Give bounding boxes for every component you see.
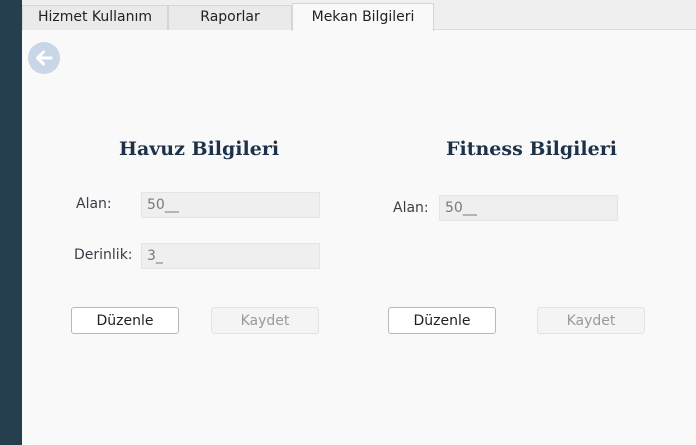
tab-mekan-bilgileri[interactable]: Mekan Bilgileri — [292, 3, 434, 31]
pool-depth-field[interactable] — [141, 243, 320, 269]
pool-edit-button[interactable]: Düzenle — [71, 307, 179, 334]
fitness-edit-button[interactable]: Düzenle — [388, 307, 496, 334]
pool-depth-label: Derinlik: — [74, 247, 133, 263]
fitness-area-field[interactable] — [439, 195, 618, 221]
fitness-section-title: Fitness Bilgileri — [446, 138, 617, 160]
pool-section-title: Havuz Bilgileri — [119, 138, 280, 160]
tab-hizmet-kullanim[interactable]: Hizmet Kullanım — [22, 5, 168, 30]
arrow-left-icon — [36, 50, 53, 66]
tab-bar: Hizmet Kullanım Raporlar Mekan Bilgileri — [22, 0, 696, 31]
pool-save-button[interactable]: Kaydet — [211, 307, 319, 334]
pool-area-field[interactable] — [141, 192, 320, 218]
pool-area-label: Alan: — [76, 196, 112, 212]
back-button[interactable] — [28, 42, 60, 74]
left-sidebar-strip — [0, 0, 22, 445]
fitness-area-label: Alan: — [393, 200, 429, 216]
fitness-save-button[interactable]: Kaydet — [537, 307, 645, 334]
tab-raporlar[interactable]: Raporlar — [168, 5, 292, 30]
